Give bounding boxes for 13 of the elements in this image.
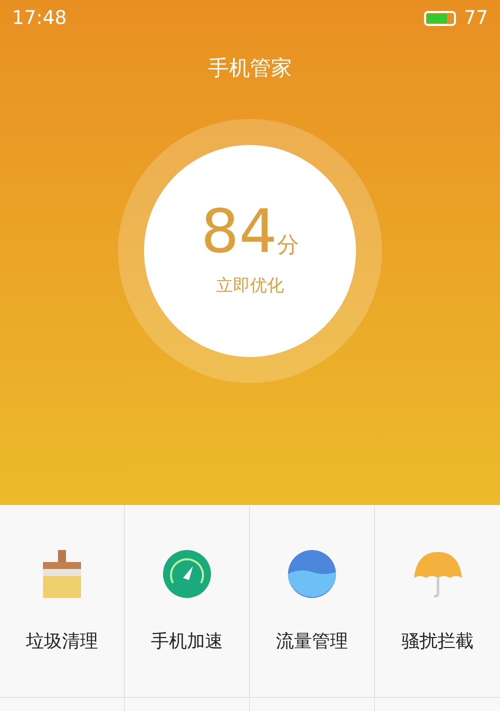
status-time: 17:48 bbox=[12, 6, 67, 31]
broom-icon bbox=[41, 550, 83, 598]
battery-percentage: 77 bbox=[464, 6, 488, 31]
tool-tile[interactable]: 手机加速 bbox=[125, 505, 250, 697]
score-unit: 分 bbox=[277, 232, 300, 260]
tool-tile[interactable]: 流量管理 bbox=[250, 505, 375, 697]
score-value: 84 bbox=[200, 202, 278, 262]
tool-tile[interactable]: 垃圾清理 bbox=[0, 505, 125, 697]
water-globe-icon bbox=[288, 550, 336, 598]
tool-tile[interactable]: 骚扰拦截 bbox=[375, 505, 500, 697]
app-title: 手机管家 bbox=[208, 55, 292, 82]
umbrella-icon bbox=[412, 550, 462, 598]
speedometer-icon bbox=[163, 550, 211, 598]
